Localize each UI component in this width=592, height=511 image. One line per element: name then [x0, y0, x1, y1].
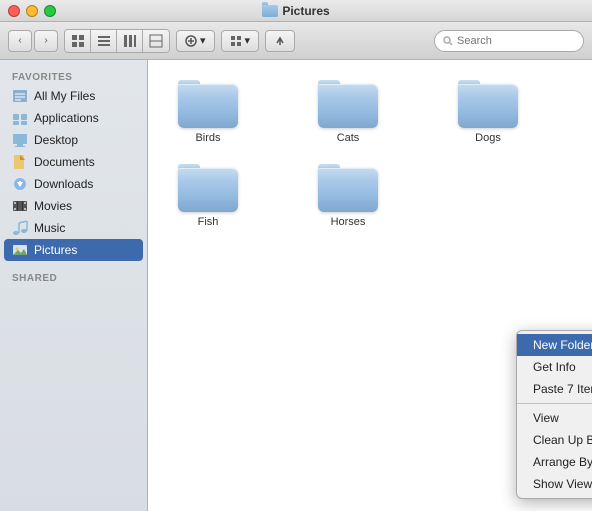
- sidebar-item-downloads[interactable]: Downloads: [0, 173, 147, 195]
- folder-icon-cats: [318, 80, 378, 128]
- sidebar-label-documents: Documents: [34, 155, 95, 169]
- documents-icon: [12, 154, 28, 170]
- folder-icon-horses: [318, 164, 378, 212]
- coverflow-view-button[interactable]: [143, 30, 169, 52]
- sidebar-item-pictures[interactable]: Pictures: [4, 239, 143, 261]
- folder-icon-dogs: [458, 80, 518, 128]
- sidebar: FAVORITES All My Files Applications Desk…: [0, 60, 148, 511]
- sidebar-item-documents[interactable]: Documents: [0, 151, 147, 173]
- folder-item-dogs[interactable]: Dogs: [448, 80, 528, 144]
- folder-item-birds[interactable]: Birds: [168, 80, 248, 144]
- context-menu: New Folder Get Info Paste 7 Items View ▶…: [516, 330, 592, 499]
- sidebar-item-music[interactable]: Music: [0, 217, 147, 239]
- back-button[interactable]: ‹: [8, 30, 32, 52]
- folder-label-dogs: Dogs: [475, 132, 501, 144]
- movies-icon: [12, 198, 28, 214]
- shared-section-title: SHARED: [0, 269, 147, 286]
- sidebar-label-music: Music: [34, 221, 65, 235]
- folder-label-fish: Fish: [198, 216, 219, 228]
- arrange-dropdown-arrow: ▾: [245, 34, 251, 47]
- maximize-button[interactable]: [44, 5, 56, 17]
- folder-label-cats: Cats: [337, 132, 360, 144]
- sidebar-item-applications[interactable]: Applications: [0, 107, 147, 129]
- folder-grid-row2: Fish Horses: [168, 164, 572, 228]
- window-title: Pictures: [262, 4, 329, 18]
- sidebar-item-movies[interactable]: Movies: [0, 195, 147, 217]
- folder-icon-birds: [178, 80, 238, 128]
- sidebar-label-downloads: Downloads: [34, 177, 93, 191]
- ctx-view[interactable]: View ▶: [517, 407, 592, 429]
- toolbar: ‹ › ▾ ▾: [0, 22, 592, 60]
- close-button[interactable]: [8, 5, 20, 17]
- share-button[interactable]: [265, 30, 295, 52]
- sidebar-label-desktop: Desktop: [34, 133, 78, 147]
- all-my-files-icon: [12, 88, 28, 104]
- favorites-section-title: FAVORITES: [0, 68, 147, 85]
- folder-icon-fish: [178, 164, 238, 212]
- ctx-divider-1: [517, 403, 592, 404]
- folder-grid: Birds Cats Dogs: [168, 80, 572, 144]
- folder-item-horses[interactable]: Horses: [308, 164, 388, 228]
- sidebar-label-applications: Applications: [34, 111, 99, 125]
- action-button[interactable]: ▾: [176, 30, 215, 52]
- action-dropdown-arrow: ▾: [200, 34, 206, 47]
- main-layout: FAVORITES All My Files Applications Desk…: [0, 60, 592, 511]
- column-view-button[interactable]: [117, 30, 143, 52]
- nav-buttons[interactable]: ‹ ›: [8, 30, 58, 52]
- title-folder-icon: [262, 5, 278, 17]
- ctx-new-folder[interactable]: New Folder: [517, 334, 592, 356]
- folder-item-cats[interactable]: Cats: [308, 80, 388, 144]
- desktop-icon: [12, 132, 28, 148]
- applications-icon: [12, 110, 28, 126]
- list-view-button[interactable]: [91, 30, 117, 52]
- search-input[interactable]: [457, 35, 557, 47]
- sidebar-item-all-my-files[interactable]: All My Files: [0, 85, 147, 107]
- ctx-paste-items[interactable]: Paste 7 Items: [517, 378, 592, 400]
- ctx-arrange-by[interactable]: Arrange By ▶: [517, 451, 592, 473]
- folder-label-birds: Birds: [195, 132, 220, 144]
- ctx-get-info[interactable]: Get Info: [517, 356, 592, 378]
- sidebar-label-all-my-files: All My Files: [34, 89, 95, 103]
- titlebar: Pictures: [0, 0, 592, 22]
- window-controls[interactable]: [8, 5, 56, 17]
- downloads-icon: [12, 176, 28, 192]
- sidebar-item-desktop[interactable]: Desktop: [0, 129, 147, 151]
- folder-label-horses: Horses: [331, 216, 366, 228]
- search-box[interactable]: [434, 30, 584, 52]
- arrange-button[interactable]: ▾: [221, 30, 260, 52]
- view-toggle[interactable]: [64, 29, 170, 53]
- ctx-show-view-options[interactable]: Show View Options: [517, 473, 592, 495]
- ctx-clean-up-by[interactable]: Clean Up By ▶: [517, 429, 592, 451]
- minimize-button[interactable]: [26, 5, 38, 17]
- icon-view-button[interactable]: [65, 30, 91, 52]
- folder-item-fish[interactable]: Fish: [168, 164, 248, 228]
- forward-button[interactable]: ›: [34, 30, 58, 52]
- sidebar-label-pictures: Pictures: [34, 243, 77, 257]
- sidebar-label-movies: Movies: [34, 199, 72, 213]
- content-area: Birds Cats Dogs: [148, 60, 592, 511]
- pictures-icon: [12, 242, 28, 258]
- music-icon: [12, 220, 28, 236]
- search-icon: [443, 36, 453, 46]
